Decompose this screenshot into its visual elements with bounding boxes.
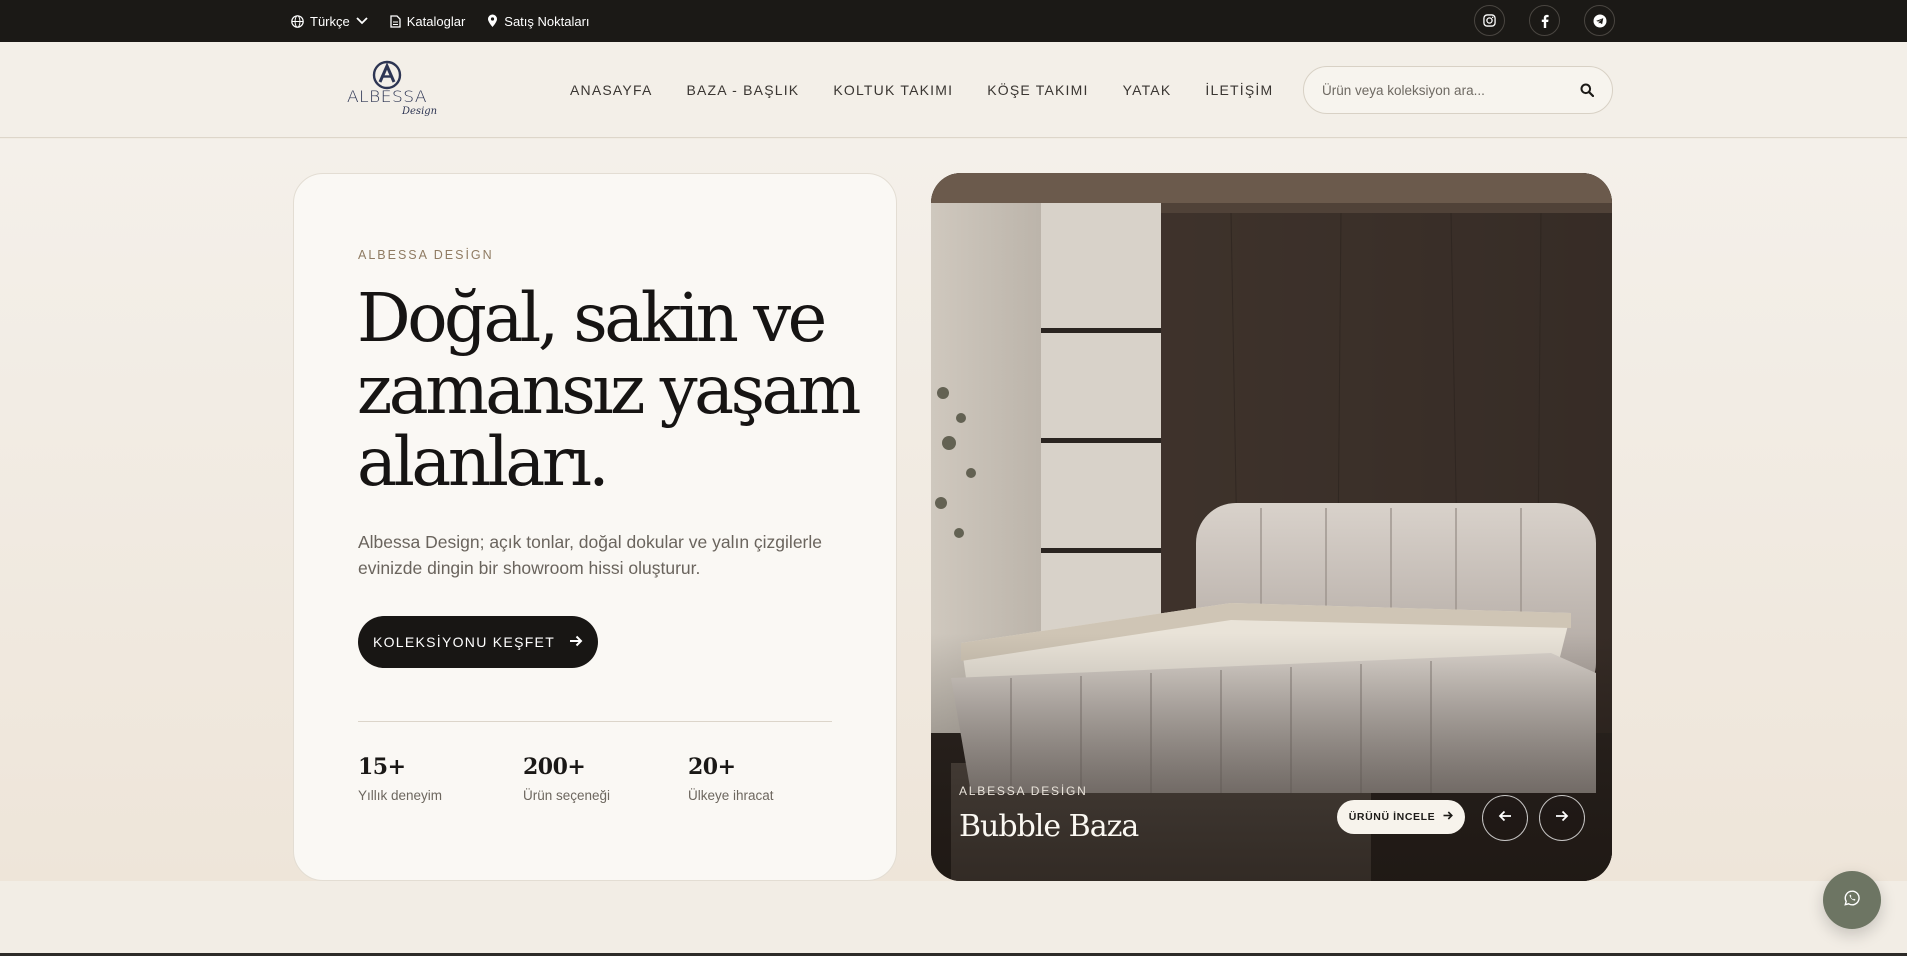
site-header: ALBESSA Design ANASAYFA BAZA - BAŞLIK KO… — [0, 42, 1907, 138]
inspect-product-button[interactable]: ÜRÜNÜ İNCELE — [1337, 800, 1465, 834]
nav-item-contact[interactable]: İLETİŞİM — [1205, 82, 1273, 98]
stat-label: Ürün seçeneği — [523, 788, 611, 803]
catalogs-link[interactable]: Kataloglar — [390, 13, 466, 29]
globe-icon — [291, 14, 304, 28]
catalogs-label: Kataloglar — [406, 13, 466, 29]
stat-experience: 15+ Yıllık deneyim — [358, 754, 442, 803]
nav-item-bed-base[interactable]: BAZA - BAŞLIK — [686, 82, 799, 98]
logo-mark-icon — [372, 60, 402, 90]
headline-line-2: zamansız yaşam — [357, 351, 861, 429]
instagram-button[interactable] — [1474, 5, 1505, 36]
slide-title: Bubble Baza — [959, 809, 1139, 844]
stores-label: Satış Noktaları — [504, 13, 590, 29]
inspect-product-label: ÜRÜNÜ İNCELE — [1348, 811, 1436, 823]
nav-item-mattress[interactable]: YATAK — [1123, 82, 1172, 98]
whatsapp-icon — [1844, 889, 1860, 911]
explore-collection-button[interactable]: KOLEKSİYONU KEŞFET — [358, 616, 598, 668]
stats-divider — [358, 721, 832, 722]
stat-products: 200+ Ürün seçeneği — [523, 754, 610, 803]
facebook-button[interactable] — [1529, 5, 1560, 36]
language-selector[interactable]: Türkçe — [291, 14, 368, 29]
arrow-right-icon — [1443, 811, 1454, 823]
stat-export: 20+ Ülkeye ihracat — [688, 754, 774, 803]
search-box — [1303, 66, 1613, 114]
slider-prev-button[interactable] — [1482, 795, 1528, 841]
search-icon[interactable] — [1580, 83, 1595, 102]
location-pin-icon — [487, 14, 498, 28]
nav-item-corner-sofa[interactable]: KÖŞE TAKIMI — [987, 82, 1088, 98]
logo-subtitle: Design — [402, 106, 438, 117]
headline-line-1: Doğal, sakin ve — [357, 279, 827, 357]
top-bar: Türkçe Kataloglar Satış Noktaları — [0, 0, 1907, 42]
next-section — [0, 881, 1907, 956]
document-icon — [390, 14, 401, 28]
instagram-icon — [1483, 14, 1496, 27]
facebook-icon — [1541, 14, 1549, 28]
telegram-icon — [1593, 14, 1607, 28]
top-bar-left: Türkçe Kataloglar Satış Noktaları — [291, 0, 590, 42]
logo-wordmark: ALBESSA — [347, 87, 427, 107]
headline-line-3: alanları. — [357, 423, 610, 501]
nav-item-home[interactable]: ANASAYFA — [570, 82, 652, 98]
slider-next-button[interactable] — [1539, 795, 1585, 841]
stat-label: Ülkeye ihracat — [688, 788, 774, 803]
hero-headline: Doğal, sakin ve zamansız yaşam alanları. — [357, 282, 877, 498]
chevron-down-icon — [356, 17, 368, 25]
language-label: Türkçe — [310, 13, 350, 29]
nav-item-sofa-set[interactable]: KOLTUK TAKIMI — [833, 82, 953, 98]
hero-eyebrow: ALBESSA DESİGN — [358, 248, 494, 262]
explore-collection-label: KOLEKSİYONU KEŞFET — [372, 634, 556, 650]
whatsapp-button[interactable] — [1823, 871, 1881, 929]
stat-value: 15+ — [358, 754, 406, 780]
hero-slider: ALBESSA DESİGN Bubble Baza ÜRÜNÜ İNCELE — [931, 173, 1612, 881]
arrow-right-icon — [1555, 809, 1569, 827]
telegram-button[interactable] — [1584, 5, 1615, 36]
stat-value: 200+ — [523, 754, 586, 780]
brand-logo[interactable]: ALBESSA Design — [336, 60, 438, 122]
stores-link[interactable]: Satış Noktaları — [487, 13, 590, 29]
search-input[interactable] — [1322, 82, 1562, 98]
hero-text-card: ALBESSA DESİGN Doğal, sakin ve zamansız … — [293, 173, 897, 881]
main-nav: ANASAYFA BAZA - BAŞLIK KOLTUK TAKIMI KÖŞ… — [570, 42, 1273, 138]
hero-description: Albessa Design; açık tonlar, doğal dokul… — [358, 532, 822, 578]
stat-value: 20+ — [688, 754, 736, 780]
social-links — [1474, 5, 1615, 36]
slide-eyebrow: ALBESSA DESİGN — [959, 784, 1088, 798]
arrow-right-icon — [569, 634, 583, 650]
stat-label: Yıllık deneyim — [358, 788, 443, 803]
bed-product-image — [931, 173, 1612, 881]
arrow-left-icon — [1498, 809, 1512, 827]
